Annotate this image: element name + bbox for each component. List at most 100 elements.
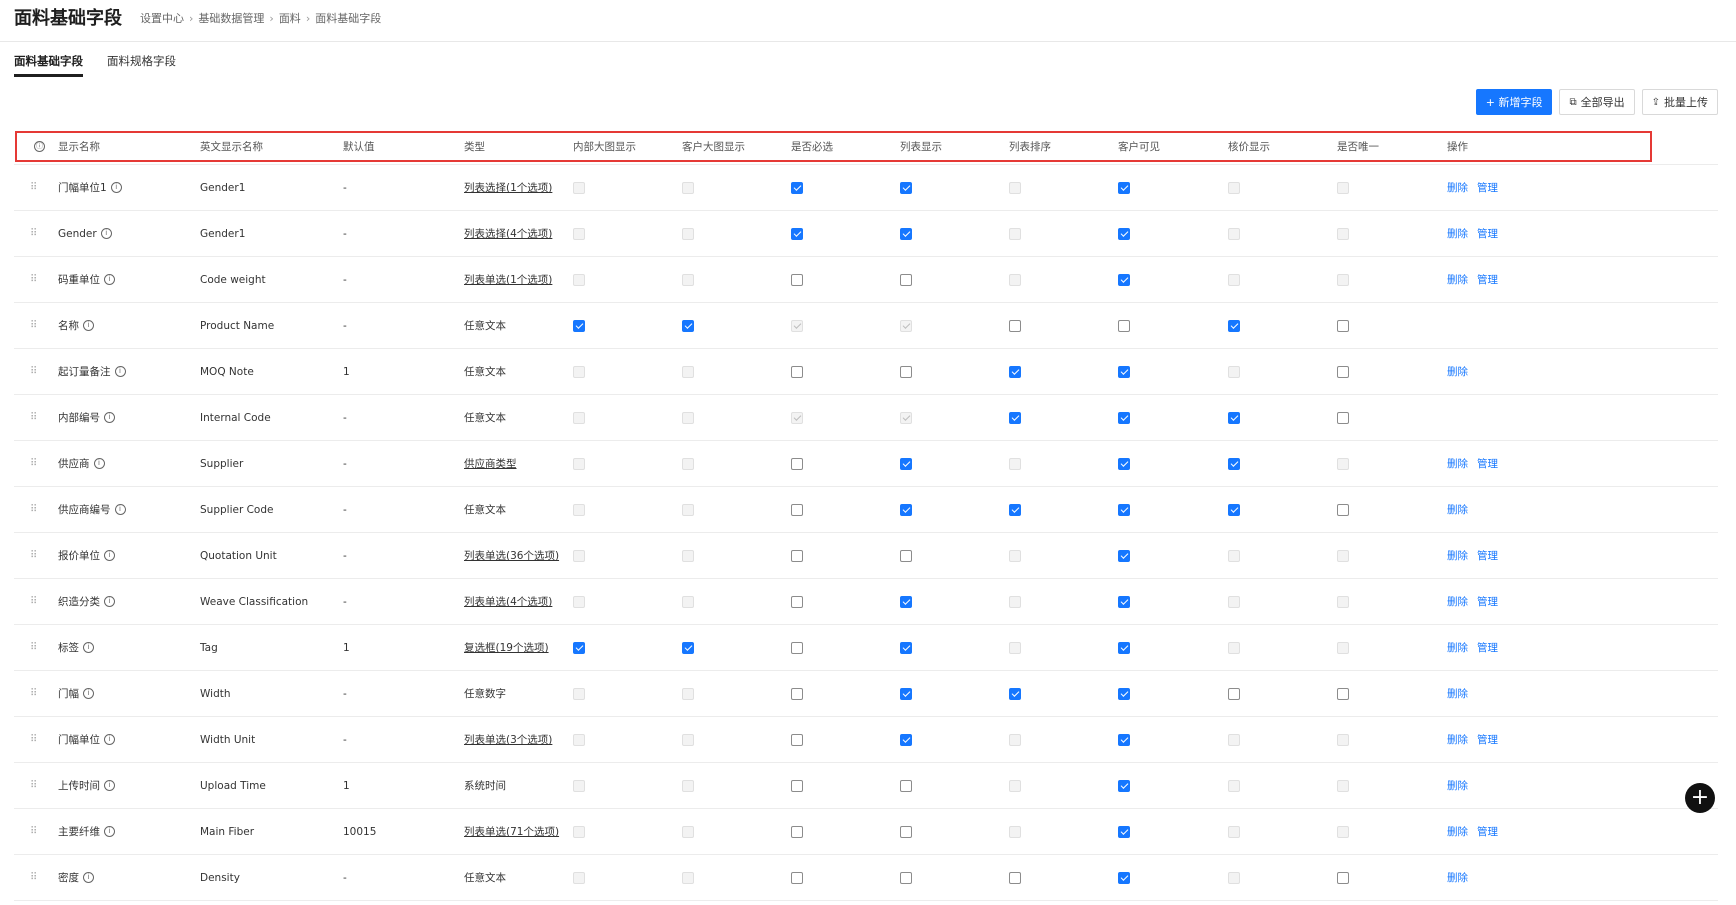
list-show-checkbox[interactable] (900, 503, 912, 516)
field-type[interactable]: 列表单选(1个选项) (464, 272, 552, 287)
required-checkbox[interactable] (791, 871, 803, 884)
delete-button[interactable]: 删除 (1447, 548, 1468, 563)
drag-handle-icon[interactable]: ⠿ (30, 855, 37, 900)
drag-handle-icon[interactable]: ⠿ (30, 717, 37, 762)
info-icon[interactable]: i (104, 274, 115, 285)
field-type[interactable]: 列表选择(1个选项) (464, 180, 552, 195)
customer-visible-checkbox[interactable] (1118, 687, 1130, 700)
manage-button[interactable]: 管理 (1477, 456, 1498, 471)
manage-button[interactable]: 管理 (1477, 226, 1498, 241)
field-type[interactable]: 复选框(19个选项) (464, 640, 549, 655)
field-type[interactable]: 供应商类型 (464, 456, 517, 471)
delete-button[interactable]: 删除 (1447, 824, 1468, 839)
manage-button[interactable]: 管理 (1477, 824, 1498, 839)
field-type[interactable]: 列表单选(3个选项) (464, 732, 552, 747)
list-show-checkbox[interactable] (900, 825, 912, 838)
add-field-button[interactable]: + 新增字段 (1475, 89, 1553, 115)
field-type[interactable]: 列表单选(36个选项) (464, 548, 559, 563)
breadcrumb-item-basic-data[interactable]: 基础数据管理 (198, 10, 264, 26)
drag-handle-icon[interactable]: ⠿ (30, 579, 37, 624)
delete-button[interactable]: 删除 (1447, 732, 1468, 747)
list-sort-checkbox[interactable] (1009, 687, 1021, 700)
customer-visible-checkbox[interactable] (1118, 319, 1130, 332)
delete-button[interactable]: 删除 (1447, 594, 1468, 609)
required-checkbox[interactable] (791, 503, 803, 516)
field-type[interactable]: 列表选择(4个选项) (464, 226, 552, 241)
required-checkbox[interactable] (791, 641, 803, 654)
manage-button[interactable]: 管理 (1477, 272, 1498, 287)
manage-button[interactable]: 管理 (1477, 180, 1498, 195)
internal-big-checkbox[interactable] (573, 641, 585, 654)
list-sort-checkbox[interactable] (1009, 319, 1021, 332)
list-sort-checkbox[interactable] (1009, 365, 1021, 378)
unique-checkbox[interactable] (1337, 411, 1349, 424)
pricing-show-checkbox[interactable] (1228, 503, 1240, 516)
customer-visible-checkbox[interactable] (1118, 549, 1130, 562)
internal-big-checkbox[interactable] (573, 319, 585, 332)
drag-handle-icon[interactable]: ⠿ (30, 349, 37, 394)
customer-visible-checkbox[interactable] (1118, 641, 1130, 654)
breadcrumb-item-fabric[interactable]: 面料 (279, 10, 301, 26)
drag-handle-icon[interactable]: ⠿ (30, 533, 37, 578)
pricing-show-checkbox[interactable] (1228, 457, 1240, 470)
drag-handle-icon[interactable]: ⠿ (30, 625, 37, 670)
unique-checkbox[interactable] (1337, 871, 1349, 884)
export-all-button[interactable]: ⧉ 全部导出 (1559, 89, 1635, 115)
info-icon[interactable]: i (93, 458, 105, 469)
list-show-checkbox[interactable] (900, 687, 912, 700)
required-checkbox[interactable] (791, 365, 803, 378)
drag-handle-icon[interactable]: ⠿ (30, 395, 37, 440)
delete-button[interactable]: 删除 (1447, 226, 1468, 241)
list-show-checkbox[interactable] (900, 779, 912, 792)
delete-button[interactable]: 删除 (1447, 686, 1468, 701)
list-show-checkbox[interactable] (900, 595, 912, 608)
delete-button[interactable]: 删除 (1447, 272, 1468, 287)
required-checkbox[interactable] (791, 825, 803, 838)
info-icon[interactable]: i (83, 320, 94, 331)
delete-button[interactable]: 删除 (1447, 456, 1468, 471)
info-icon[interactable]: i (83, 642, 94, 653)
breadcrumb-item-settings[interactable]: 设置中心 (140, 10, 184, 26)
delete-button[interactable]: 删除 (1447, 778, 1468, 793)
customer-big-checkbox[interactable] (682, 641, 694, 654)
customer-visible-checkbox[interactable] (1118, 733, 1130, 746)
customer-visible-checkbox[interactable] (1118, 871, 1130, 884)
unique-checkbox[interactable] (1337, 365, 1349, 378)
required-checkbox[interactable] (791, 549, 803, 562)
info-icon[interactable]: i (104, 734, 115, 745)
tab-fabric-spec-fields[interactable]: 面料规格字段 (107, 53, 176, 77)
manage-button[interactable]: 管理 (1477, 594, 1498, 609)
list-show-checkbox[interactable] (900, 733, 912, 746)
list-show-checkbox[interactable] (900, 273, 912, 286)
pricing-show-checkbox[interactable] (1228, 319, 1240, 332)
drag-handle-icon[interactable]: ⠿ (30, 809, 37, 854)
info-icon[interactable]: i (100, 228, 112, 239)
list-show-checkbox[interactable] (900, 227, 912, 240)
info-icon[interactable]: i (104, 826, 115, 837)
required-checkbox[interactable] (791, 181, 803, 194)
customer-visible-checkbox[interactable] (1118, 779, 1130, 792)
list-show-checkbox[interactable] (900, 641, 912, 654)
customer-visible-checkbox[interactable] (1118, 227, 1130, 240)
required-checkbox[interactable] (791, 457, 803, 470)
info-icon[interactable]: i (104, 780, 115, 791)
info-icon[interactable]: i (83, 872, 94, 883)
info-icon[interactable]: i (110, 182, 122, 193)
list-sort-checkbox[interactable] (1009, 411, 1021, 424)
drag-handle-icon[interactable]: ⠿ (30, 487, 37, 532)
delete-button[interactable]: 删除 (1447, 870, 1468, 885)
pricing-show-checkbox[interactable] (1228, 687, 1240, 700)
unique-checkbox[interactable] (1337, 319, 1349, 332)
drag-handle-icon[interactable]: ⠿ (30, 763, 37, 808)
customer-big-checkbox[interactable] (682, 319, 694, 332)
customer-visible-checkbox[interactable] (1118, 181, 1130, 194)
unique-checkbox[interactable] (1337, 687, 1349, 700)
required-checkbox[interactable] (791, 779, 803, 792)
customer-visible-checkbox[interactable] (1118, 595, 1130, 608)
customer-visible-checkbox[interactable] (1118, 825, 1130, 838)
required-checkbox[interactable] (791, 733, 803, 746)
required-checkbox[interactable] (791, 227, 803, 240)
required-checkbox[interactable] (791, 687, 803, 700)
field-type[interactable]: 列表单选(4个选项) (464, 594, 552, 609)
list-show-checkbox[interactable] (900, 457, 912, 470)
